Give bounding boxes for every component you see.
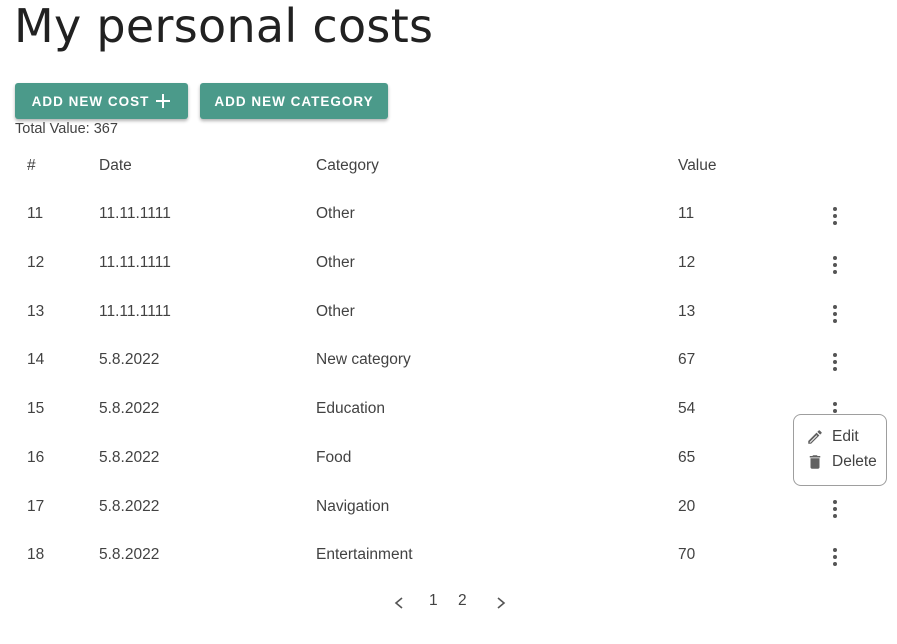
- row-date: 5.8.2022: [99, 498, 160, 515]
- delete-label: Delete: [832, 453, 877, 470]
- row-date: 5.8.2022: [99, 546, 160, 563]
- previous-page-icon[interactable]: [392, 592, 406, 614]
- next-page-icon[interactable]: [494, 592, 508, 614]
- row-menu-icon[interactable]: [824, 205, 846, 227]
- total-value-number: 367: [93, 121, 118, 137]
- row-number: 17: [27, 498, 45, 515]
- row-value: 70: [678, 546, 696, 563]
- row-category: Food: [316, 449, 352, 466]
- row-category: Other: [316, 205, 355, 222]
- row-category: Navigation: [316, 498, 390, 515]
- row-menu-icon[interactable]: [824, 351, 846, 373]
- column-header-date: Date: [99, 157, 132, 174]
- add-new-cost-button[interactable]: ADD NEW COST: [15, 83, 188, 119]
- column-header-value: Value: [678, 157, 717, 174]
- column-header-number: #: [27, 157, 36, 174]
- row-menu-icon[interactable]: [824, 546, 846, 568]
- add-new-cost-label: ADD NEW COST: [31, 93, 150, 109]
- row-value: 65: [678, 449, 696, 466]
- edit-label: Edit: [832, 428, 859, 445]
- row-date: 11.11.1111: [99, 303, 171, 320]
- row-date: 5.8.2022: [99, 351, 160, 368]
- row-category: Other: [316, 303, 355, 320]
- row-value: 11: [678, 205, 695, 222]
- add-new-category-button[interactable]: ADD NEW CATEGORY: [200, 83, 388, 119]
- row-date: 5.8.2022: [99, 400, 160, 417]
- row-category: Education: [316, 400, 385, 417]
- page-title: My personal costs: [14, 0, 434, 53]
- row-category: Entertainment: [316, 546, 413, 563]
- plus-icon: [155, 93, 171, 109]
- row-category: New category: [316, 351, 411, 368]
- row-number: 13: [27, 303, 45, 320]
- row-menu-icon[interactable]: [824, 303, 846, 325]
- row-value: 67: [678, 351, 696, 368]
- total-value: Total Value: 367: [15, 121, 118, 137]
- row-number: 16: [27, 449, 45, 466]
- row-value: 54: [678, 400, 696, 417]
- row-number: 11: [27, 205, 44, 222]
- pencil-icon: [808, 430, 822, 444]
- row-value: 12: [678, 254, 696, 271]
- row-category: Other: [316, 254, 355, 271]
- row-menu-icon[interactable]: [824, 498, 846, 520]
- row-date: 11.11.1111: [99, 205, 171, 222]
- column-header-category: Category: [316, 157, 379, 174]
- total-value-label: Total Value:: [15, 121, 94, 137]
- trash-icon: [809, 455, 821, 469]
- row-number: 18: [27, 546, 45, 563]
- row-context-menu: Edit Delete: [793, 414, 887, 486]
- row-date: 11.11.1111: [99, 254, 171, 271]
- add-new-category-label: ADD NEW CATEGORY: [214, 93, 374, 109]
- row-value: 20: [678, 498, 696, 515]
- page-2-button[interactable]: 2: [458, 592, 467, 614]
- row-menu-icon[interactable]: [824, 254, 846, 276]
- row-number: 12: [27, 254, 45, 271]
- delete-menu-item[interactable]: Delete: [806, 451, 877, 473]
- row-date: 5.8.2022: [99, 449, 160, 466]
- row-value: 13: [678, 303, 696, 320]
- row-number: 14: [27, 351, 45, 368]
- edit-menu-item[interactable]: Edit: [806, 426, 859, 448]
- page-1-button[interactable]: 1: [429, 592, 438, 614]
- row-number: 15: [27, 400, 45, 417]
